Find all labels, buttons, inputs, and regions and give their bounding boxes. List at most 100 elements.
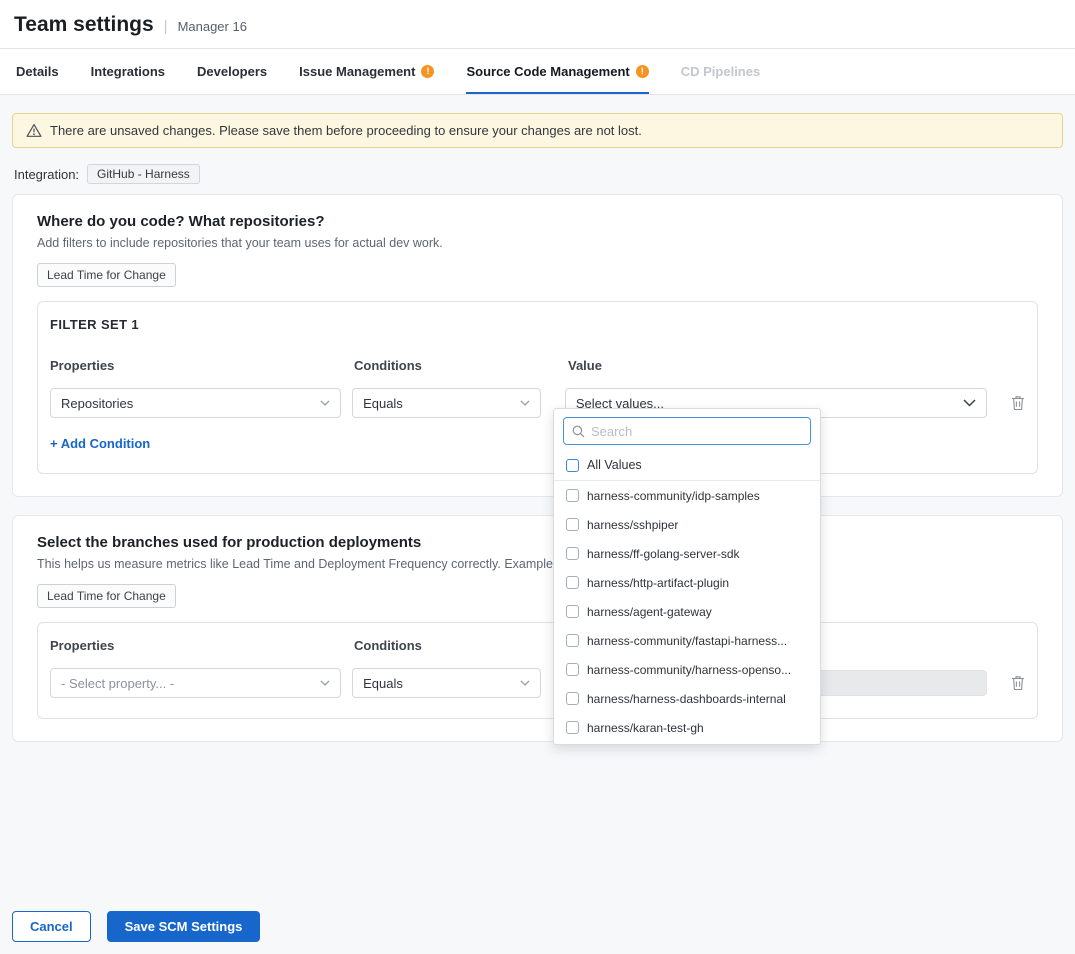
option-label: harness-community/fastapi-harness... — [587, 634, 787, 648]
delete-filter-button[interactable] — [1011, 675, 1025, 691]
dropdown-search-box — [563, 417, 811, 445]
tab-source-code-management[interactable]: Source Code Management ! — [466, 49, 648, 94]
condition-select-value: Equals — [363, 676, 403, 691]
tab-label: CD Pipelines — [681, 64, 760, 79]
unsaved-changes-banner: There are unsaved changes. Please save t… — [12, 113, 1063, 148]
chevron-down-icon — [320, 680, 330, 686]
tab-label: Source Code Management — [466, 64, 629, 79]
dropdown-option[interactable]: harness/... — [554, 742, 820, 745]
integration-label: Integration: — [14, 167, 79, 182]
option-label: harness/harness-dashboards-internal — [587, 692, 786, 706]
integration-chip[interactable]: GitHub - Harness — [87, 164, 200, 184]
dropdown-option[interactable]: harness/ff-golang-server-sdk — [554, 539, 820, 568]
condition-select[interactable]: Equals — [352, 668, 541, 698]
warning-triangle-icon — [26, 123, 42, 138]
dropdown-option[interactable]: harness/sshpiper — [554, 510, 820, 539]
branches-card-subtitle: This helps us measure metrics like Lead … — [37, 557, 1038, 571]
property-select-value: Repositories — [61, 396, 133, 411]
tab-label: Integrations — [91, 64, 165, 79]
dropdown-option[interactable]: harness/http-artifact-plugin — [554, 568, 820, 597]
warning-badge-icon: ! — [421, 65, 434, 78]
property-select[interactable]: - Select property... - — [50, 668, 341, 698]
repositories-card-subtitle: Add filters to include repositories that… — [37, 236, 1038, 250]
column-label-value: Value — [568, 358, 993, 373]
property-select-placeholder: - Select property... - — [61, 676, 174, 691]
checkbox-icon[interactable] — [566, 518, 579, 531]
dropdown-option[interactable]: harness-community/fastapi-harness... — [554, 626, 820, 655]
checkbox-icon[interactable] — [566, 489, 579, 502]
dropdown-option[interactable]: harness/karan-test-gh — [554, 713, 820, 742]
checkbox-icon[interactable] — [566, 605, 579, 618]
option-label: harness/sshpiper — [587, 518, 678, 532]
tab-label: Details — [16, 64, 59, 79]
checkbox-icon[interactable] — [566, 576, 579, 589]
option-label: harness/ff-golang-server-sdk — [587, 547, 740, 561]
tab-details[interactable]: Details — [16, 49, 59, 94]
page-subtitle: Manager 16 — [178, 19, 247, 34]
branches-card-title: Select the branches used for production … — [37, 534, 1038, 551]
search-input[interactable] — [591, 424, 802, 439]
branches-card: Select the branches used for production … — [12, 515, 1063, 742]
tab-label: Developers — [197, 64, 267, 79]
dropdown-option[interactable]: harness/harness-dashboards-internal — [554, 684, 820, 713]
tab-cd-pipelines: CD Pipelines — [681, 49, 760, 94]
page-header: Team settings | Manager 16 — [0, 0, 1075, 49]
filter-set-1: FILTER SET 1 Properties Conditions Value… — [37, 301, 1038, 474]
condition-select-value: Equals — [363, 396, 403, 411]
checkbox-icon[interactable] — [566, 663, 579, 676]
tab-integrations[interactable]: Integrations — [91, 49, 165, 94]
option-label: harness/agent-gateway — [587, 605, 712, 619]
checkbox-icon[interactable] — [566, 459, 579, 472]
column-label-properties: Properties — [50, 638, 343, 653]
repositories-card-title: Where do you code? What repositories? — [37, 213, 1038, 230]
column-label-conditions: Conditions — [354, 638, 544, 653]
save-scm-settings-button[interactable]: Save SCM Settings — [107, 911, 261, 942]
option-label: harness/http-artifact-plugin — [587, 576, 729, 590]
property-select[interactable]: Repositories — [50, 388, 341, 418]
main-content: There are unsaved changes. Please save t… — [0, 113, 1075, 742]
warning-badge-icon: ! — [636, 65, 649, 78]
chevron-down-icon — [520, 680, 530, 686]
filter-column-labels: Properties Conditions Value — [50, 358, 1025, 373]
delete-filter-button[interactable] — [1011, 395, 1025, 411]
all-values-option[interactable]: All Values — [554, 452, 820, 481]
filter-row: Repositories Equals Select values... — [50, 388, 1025, 418]
option-label: harness/karan-test-gh — [587, 721, 704, 735]
checkbox-icon[interactable] — [566, 721, 579, 734]
values-dropdown-panel: All Values harness-community/idp-samples… — [553, 408, 821, 745]
tab-developers[interactable]: Developers — [197, 49, 267, 94]
dropdown-search-wrap — [554, 409, 820, 452]
checkbox-icon[interactable] — [566, 634, 579, 647]
option-label: harness-community/harness-openso... — [587, 663, 791, 677]
column-label-conditions: Conditions — [354, 358, 544, 373]
checkbox-icon[interactable] — [566, 692, 579, 705]
footer-actions: Cancel Save SCM Settings — [12, 911, 260, 942]
chevron-down-icon — [520, 400, 530, 406]
title-separator: | — [164, 18, 168, 35]
option-label: harness-community/idp-samples — [587, 489, 760, 503]
branches-filter-set: Properties Conditions - Select property.… — [37, 622, 1038, 719]
checkbox-icon[interactable] — [566, 547, 579, 560]
tab-bar: Details Integrations Developers Issue Ma… — [0, 49, 1075, 95]
filter-set-title: FILTER SET 1 — [50, 317, 1025, 332]
cancel-button[interactable]: Cancel — [12, 911, 91, 942]
page-title: Team settings — [14, 13, 154, 37]
tab-label: Issue Management — [299, 64, 415, 79]
dropdown-option[interactable]: harness-community/harness-openso... — [554, 655, 820, 684]
column-label-properties: Properties — [50, 358, 343, 373]
search-icon — [572, 425, 585, 438]
repositories-card: Where do you code? What repositories? Ad… — [12, 194, 1063, 497]
chevron-down-icon — [320, 400, 330, 406]
lead-time-tag: Lead Time for Change — [37, 263, 176, 287]
chevron-down-icon — [963, 399, 976, 407]
filter-column-labels: Properties Conditions — [50, 638, 1025, 653]
lead-time-tag: Lead Time for Change — [37, 584, 176, 608]
add-condition-button[interactable]: + Add Condition — [50, 436, 150, 451]
tab-issue-management[interactable]: Issue Management ! — [299, 49, 434, 94]
dropdown-option[interactable]: harness-community/idp-samples — [554, 481, 820, 510]
filter-row: - Select property... - Equals — [50, 668, 1025, 698]
dropdown-option[interactable]: harness/agent-gateway — [554, 597, 820, 626]
banner-text: There are unsaved changes. Please save t… — [50, 123, 642, 138]
integration-row: Integration: GitHub - Harness — [14, 164, 1061, 184]
condition-select[interactable]: Equals — [352, 388, 541, 418]
